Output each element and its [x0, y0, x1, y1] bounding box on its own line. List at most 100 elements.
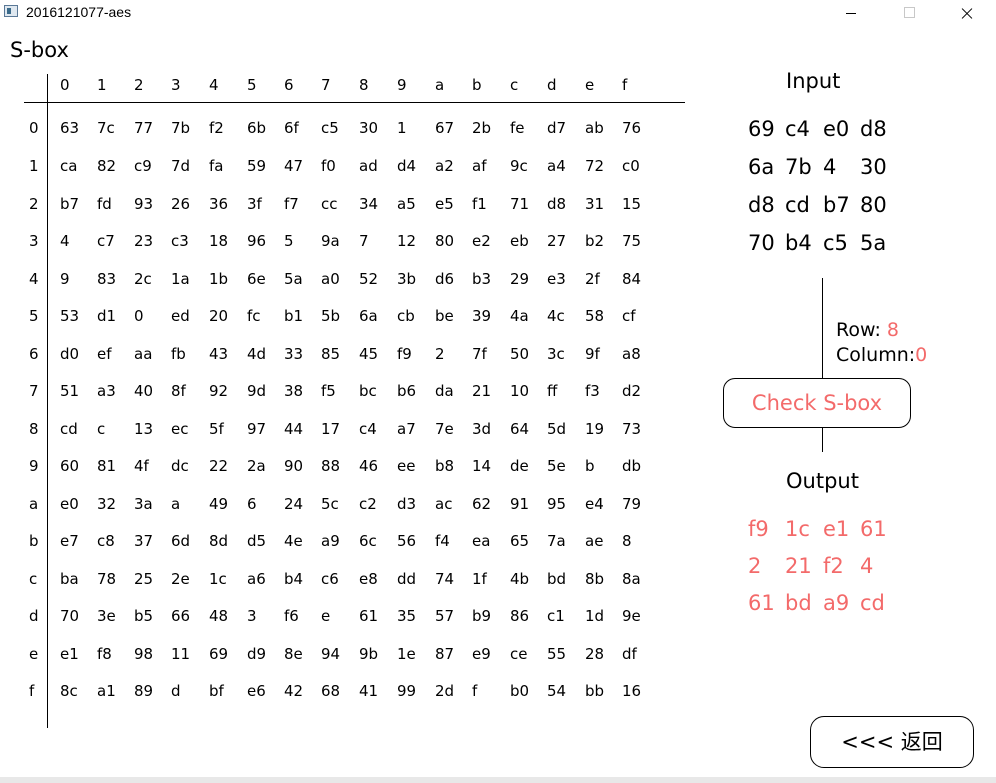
- sbox-cell: 25: [134, 570, 154, 588]
- sbox-cell: b9: [472, 607, 492, 625]
- sbox-cell: a6: [247, 570, 266, 588]
- connector-line-top: [822, 278, 823, 378]
- sbox-cell: e2: [472, 232, 491, 250]
- sbox-cell: f8: [97, 645, 112, 663]
- sbox-cell: 3e: [97, 607, 116, 625]
- minimize-button[interactable]: [828, 0, 874, 28]
- sbox-title: S-box: [10, 38, 69, 62]
- sbox-cell: ff: [547, 382, 558, 400]
- sbox-cell: 8b: [585, 570, 605, 588]
- column-header: 0: [60, 76, 70, 94]
- column-header: 4: [209, 76, 219, 94]
- sbox-cell: e6: [247, 682, 266, 700]
- sbox-cell: 4f: [134, 457, 149, 475]
- sbox-cell: af: [472, 157, 487, 175]
- sbox-cell: ce: [510, 645, 528, 663]
- sbox-cell: 16: [622, 682, 642, 700]
- sbox-cell: 4b: [510, 570, 530, 588]
- sbox-cell: b1: [284, 307, 304, 325]
- output-matrix-cell: f2: [823, 554, 844, 578]
- sbox-cell: b7: [60, 195, 80, 213]
- sbox-cell: fd: [97, 195, 112, 213]
- column-header: a: [435, 76, 445, 94]
- sbox-cell: 8e: [284, 645, 303, 663]
- sbox-cell: 9d: [247, 382, 267, 400]
- row-header: 7: [29, 382, 39, 400]
- sbox-cell: b2: [585, 232, 605, 250]
- sbox-cell: 57: [435, 607, 455, 625]
- sbox-cell: cc: [321, 195, 338, 213]
- sbox-cell: 18: [209, 232, 229, 250]
- sbox-cell: f3: [585, 382, 600, 400]
- sbox-cell: 87: [435, 645, 455, 663]
- sbox-cell: 6d: [171, 532, 191, 550]
- maximize-button[interactable]: [886, 0, 932, 28]
- sbox-cell: 77: [134, 119, 154, 137]
- close-button[interactable]: [944, 0, 990, 28]
- sbox-cell: 88: [321, 457, 341, 475]
- sbox-cell: a5: [397, 195, 416, 213]
- back-button[interactable]: <<< 返回: [810, 716, 974, 768]
- sbox-cell: 98: [134, 645, 154, 663]
- row-header: 1: [29, 157, 39, 175]
- output-title: Output: [786, 469, 859, 493]
- sbox-cell: ea: [472, 532, 491, 550]
- column-header: 2: [134, 76, 144, 94]
- sbox-cell: 60: [60, 457, 80, 475]
- sbox-cell: 59: [247, 157, 267, 175]
- row-header: d: [29, 607, 39, 625]
- sbox-cell: 2d: [435, 682, 455, 700]
- sbox-cell: a2: [435, 157, 454, 175]
- sbox-cell: d0: [60, 345, 80, 363]
- sbox-cell: 42: [284, 682, 304, 700]
- sbox-cell: 96: [247, 232, 267, 250]
- sbox-cell: 27: [547, 232, 567, 250]
- sbox-cell: 73: [622, 420, 642, 438]
- sbox-cell: dd: [397, 570, 417, 588]
- sbox-cell: c2: [359, 495, 377, 513]
- sbox-cell: ac: [435, 495, 453, 513]
- sbox-cell: e5: [435, 195, 454, 213]
- sbox-cell: 44: [284, 420, 304, 438]
- output-matrix-cell: f9: [748, 517, 769, 541]
- sbox-cell: 2c: [134, 270, 152, 288]
- row-header: b: [29, 532, 39, 550]
- column-header: 5: [247, 76, 257, 94]
- sbox-cell: 2a: [247, 457, 266, 475]
- sbox-cell: 7e: [435, 420, 454, 438]
- sbox-cell: c5: [321, 119, 339, 137]
- sbox-cell: e4: [585, 495, 604, 513]
- sbox-cell: 49: [209, 495, 229, 513]
- column-readout: Column:0: [836, 344, 927, 366]
- app-window-icon: [4, 5, 18, 17]
- sbox-cell: c0: [622, 157, 640, 175]
- sbox-cell: 43: [209, 345, 229, 363]
- sbox-cell: 66: [171, 607, 191, 625]
- sbox-cell: cd: [60, 420, 78, 438]
- sbox-cell: 21: [472, 382, 492, 400]
- sbox-cell: e: [321, 607, 331, 625]
- check-sbox-button[interactable]: Check S-box: [723, 378, 911, 428]
- sbox-cell: 6a: [359, 307, 378, 325]
- sbox-cell: 14: [472, 457, 492, 475]
- sbox-cell: 30: [359, 119, 379, 137]
- input-matrix-cell: 30: [860, 155, 887, 179]
- output-matrix-cell: 4: [860, 554, 874, 578]
- sbox-cell: b0: [510, 682, 530, 700]
- row-header: e: [29, 645, 39, 663]
- sbox-cell: 8f: [171, 382, 186, 400]
- sbox-cell: d3: [397, 495, 417, 513]
- sbox-cell: b6: [397, 382, 417, 400]
- sbox-cell: 13: [134, 420, 154, 438]
- sbox-cell: c8: [97, 532, 115, 550]
- sbox-cell: 22: [209, 457, 229, 475]
- sbox-cell: 7a: [547, 532, 566, 550]
- sbox-cell: 34: [359, 195, 379, 213]
- row-header: 0: [29, 119, 39, 137]
- sbox-cell: 1a: [171, 270, 190, 288]
- sbox-cell: be: [435, 307, 454, 325]
- sbox-cell: 67: [435, 119, 455, 137]
- sbox-cell: 81: [97, 457, 117, 475]
- sbox-cell: 47: [284, 157, 304, 175]
- sbox-cell: 4d: [247, 345, 267, 363]
